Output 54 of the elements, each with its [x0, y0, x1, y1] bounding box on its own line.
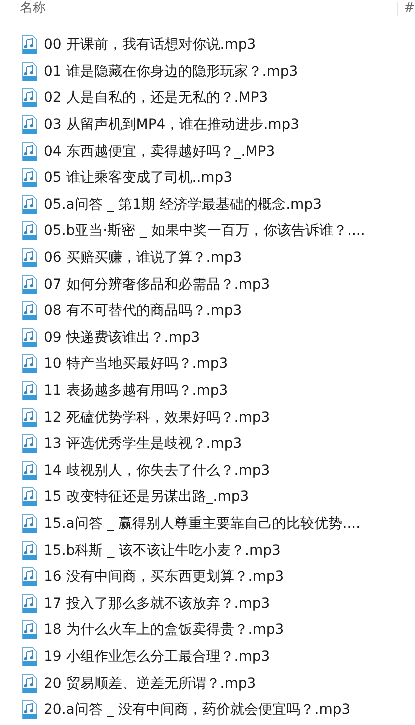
file-name[interactable]: 20.a问答 _ 没有中间商，药价就会便宜吗？.mp3 [44, 701, 351, 720]
file-name[interactable]: 09 快递费该谁出？.mp3 [44, 328, 200, 347]
file-name[interactable]: 06 买赔买赚，谁说了算？.mp3 [44, 249, 242, 268]
audio-file-icon [22, 487, 38, 508]
audio-file-icon [22, 328, 38, 348]
audio-file-icon [22, 381, 38, 402]
audio-file-icon [22, 460, 38, 481]
audio-file-icon [22, 700, 38, 720]
file-name[interactable]: 17 投入了那么多就不该放弃？.mp3 [44, 594, 270, 613]
file-name[interactable]: 15.a问答 _ 赢得别人尊重主要靠自己的比较优势.... [44, 514, 361, 533]
file-name[interactable]: 02 人是自私的，还是无私的？.MP3 [44, 89, 268, 108]
audio-file-icon [22, 35, 38, 56]
audio-file-icon [22, 354, 38, 374]
file-name[interactable]: 14 歧视别人，你失去了什么？.mp3 [44, 462, 270, 480]
audio-file-icon [22, 594, 38, 614]
audio-file-icon [22, 142, 38, 162]
file-name[interactable]: 01 谁是隐藏在你身边的隐形玩家？.mp3 [44, 62, 298, 81]
audio-file-icon [22, 194, 38, 215]
audio-file-icon [22, 115, 38, 136]
audio-file-icon [22, 540, 38, 561]
audio-file-icon [22, 62, 38, 82]
file-name[interactable]: 05 谁让乘客变成了司机..mp3 [44, 169, 233, 188]
file-name[interactable]: 15 改变特征还是另谋出路_.mp3 [44, 488, 250, 506]
audio-file-icon [22, 567, 38, 588]
file-name[interactable]: 12 死磕优势学科，效果好吗？.mp3 [44, 408, 270, 427]
file-name[interactable]: 00 开课前，我有话想对你说.mp3 [44, 36, 256, 54]
audio-file-icon [22, 434, 38, 454]
file-name[interactable]: 05.a问答 _ 第1期 经济学最基础的概念.mp3 [44, 196, 322, 214]
audio-file-icon [22, 620, 38, 640]
column-header[interactable]: 名称 [20, 2, 46, 16]
audio-file-icon [22, 88, 38, 108]
file-name[interactable]: 16 没有中间商，买东西更划算？.mp3 [44, 568, 284, 586]
file-name[interactable]: 18 为什么火车上的盒饭卖得贵？.mp3 [44, 621, 284, 640]
file-name[interactable]: 20 贸易顺差、逆差无所谓？.mp3 [44, 674, 256, 693]
audio-file-icon [22, 301, 38, 322]
audio-file-icon [22, 274, 38, 295]
file-name[interactable]: 07 如何分辨奢侈品和必需品？.mp3 [44, 276, 270, 294]
file-name[interactable]: 11 表扬越多越有用吗？.mp3 [44, 382, 228, 400]
file-name[interactable]: 08 有不可替代的商品吗？.mp3 [44, 302, 242, 320]
file-name[interactable]: 19 小组作业怎么分工最合理？.mp3 [44, 648, 270, 666]
file-name[interactable]: 13 评选优秀学生是歧视？.mp3 [44, 435, 242, 454]
file-name[interactable]: 04 东西越便宜，卖得越好吗？_.MP3 [44, 142, 276, 161]
file-name[interactable]: 03 从留声机到MP4，谁在推动进步.mp3 [44, 116, 300, 134]
audio-file-icon [22, 248, 38, 268]
audio-file-icon [22, 408, 38, 428]
audio-file-icon [22, 674, 38, 694]
audio-file-icon [22, 168, 38, 188]
audio-file-icon [22, 221, 38, 242]
column-header[interactable]: # [397, 2, 415, 16]
file-name[interactable]: 10 特产当地买最好吗？.mp3 [44, 355, 228, 374]
audio-file-icon [22, 514, 38, 534]
file-name[interactable]: 15.b科斯 _ 该不该让牛吃小麦？.mp3 [44, 542, 281, 560]
file-name[interactable]: 05.b亚当·斯密 _ 如果中奖一百万，你该告诉谁？.... [44, 222, 366, 240]
audio-file-icon [22, 646, 38, 667]
